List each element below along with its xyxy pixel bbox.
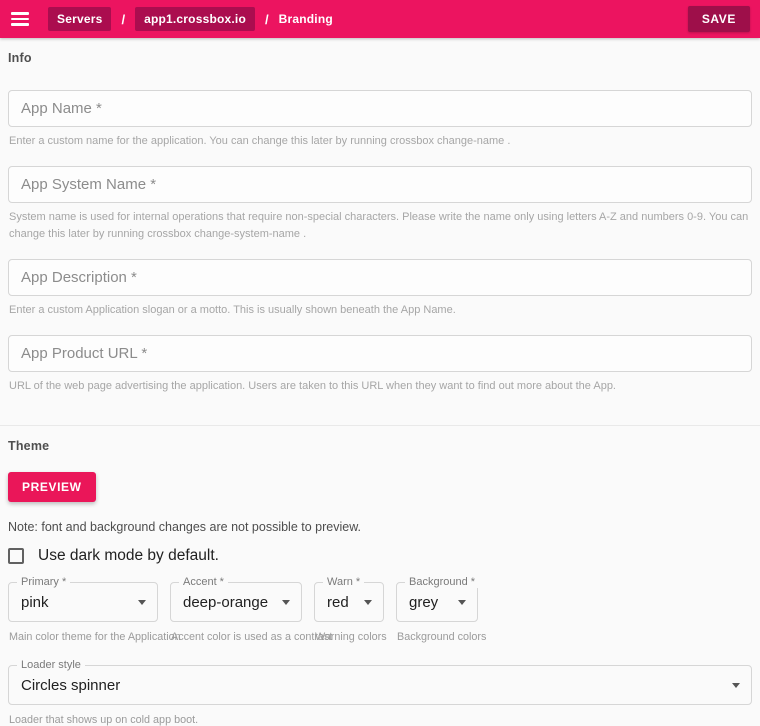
app-product-url-helper: URL of the web page advertising the appl… <box>9 380 616 393</box>
app-description-helper: Enter a custom Application slogan or a m… <box>9 304 456 317</box>
chevron-down-icon <box>138 600 146 606</box>
preview-note: Note: font and background changes are no… <box>8 520 362 535</box>
warn-select[interactable]: Warn * red <box>314 576 384 623</box>
app-system-name-field-group: App System Name * System name is used fo… <box>8 166 752 243</box>
warn-select-label: Warn * <box>323 576 365 589</box>
loader-style-value: Circles spinner <box>21 676 121 694</box>
app-description-field-group: App Description * Enter a custom Applica… <box>8 259 752 319</box>
dark-mode-label[interactable]: Use dark mode by default. <box>38 547 219 565</box>
menu-icon[interactable] <box>10 7 34 31</box>
app-product-url-field-group: App Product URL * URL of the web page ad… <box>8 335 752 395</box>
app-description-field-label: App Description * <box>21 269 137 287</box>
accent-select[interactable]: Accent * deep-orange <box>170 576 302 623</box>
background-select-helper: Background colors <box>397 631 487 644</box>
warn-select-helper: Warning colors <box>315 631 387 644</box>
primary-select-value: pink <box>21 593 49 611</box>
breadcrumb-separator: / <box>121 11 126 27</box>
preview-button[interactable]: PREVIEW <box>8 472 96 503</box>
app-bar: Servers / app1.crossbox.io / Branding SA… <box>0 0 760 38</box>
primary-select-label: Primary * <box>17 576 71 589</box>
dark-mode-row[interactable]: Use dark mode by default. <box>8 547 752 565</box>
app-name-helper: Enter a custom name for the application.… <box>9 135 511 147</box>
section-title-info: Info <box>8 51 32 65</box>
background-select[interactable]: Background * grey <box>396 576 480 623</box>
loader-style-group: Loader style Circles spinner Loader that… <box>8 659 752 726</box>
accent-select-label: Accent * <box>179 576 228 589</box>
app-product-url-field-label: App Product URL * <box>21 345 148 363</box>
accent-select-group: Accent * deep-orange Accent color is use… <box>170 576 333 644</box>
breadcrumb-item-app1-crossbox-io[interactable]: app1.crossbox.io <box>135 7 255 31</box>
chevron-down-icon <box>732 683 740 689</box>
loader-style-helper: Loader that shows up on cold app boot. <box>9 714 199 726</box>
breadcrumb-item-servers[interactable]: Servers <box>48 7 112 31</box>
chevron-down-icon <box>458 600 466 606</box>
save-button[interactable]: SAVE <box>687 6 750 32</box>
warn-select-group: Warn * red Warning colors <box>314 576 387 644</box>
app-system-name-field[interactable]: App System Name * <box>8 166 752 204</box>
breadcrumb: Servers / app1.crossbox.io / Branding <box>48 7 333 31</box>
breadcrumb-separator: / <box>264 11 269 27</box>
section-title-theme: Theme <box>8 439 50 454</box>
app-system-name-field-label: App System Name * <box>21 176 157 194</box>
background-select-group: Background * grey Background colors <box>396 576 487 644</box>
breadcrumb-item-branding: Branding <box>278 12 333 26</box>
primary-select-helper: Main color theme for the Application <box>9 631 181 644</box>
theme-color-selects: Primary * pink Main color theme for the … <box>8 576 752 644</box>
accent-select-value: deep-orange <box>183 593 269 611</box>
app-description-field[interactable]: App Description * <box>8 259 752 297</box>
background-select-label: Background * <box>405 576 480 589</box>
chevron-down-icon <box>364 600 372 606</box>
app-name-field-label: App Name * <box>21 100 102 117</box>
primary-select[interactable]: Primary * pink <box>8 576 158 623</box>
warn-select-value: red <box>327 593 349 611</box>
primary-select-group: Primary * pink Main color theme for the … <box>8 576 181 644</box>
accent-select-helper: Accent color is used as a contrast <box>171 631 333 644</box>
app-system-name-helper: System name is used for internal operati… <box>9 211 749 241</box>
background-select-value: grey <box>409 593 439 611</box>
dark-mode-checkbox[interactable] <box>8 548 24 565</box>
loader-style-select[interactable]: Loader style Circles spinner <box>8 659 752 706</box>
loader-style-label: Loader style <box>17 659 85 672</box>
app-name-field-group: App Name * Enter a custom name for the a… <box>8 90 752 150</box>
chevron-down-icon <box>282 600 290 606</box>
app-name-field[interactable]: App Name * <box>8 90 752 127</box>
app-product-url-field[interactable]: App Product URL * <box>8 335 752 373</box>
